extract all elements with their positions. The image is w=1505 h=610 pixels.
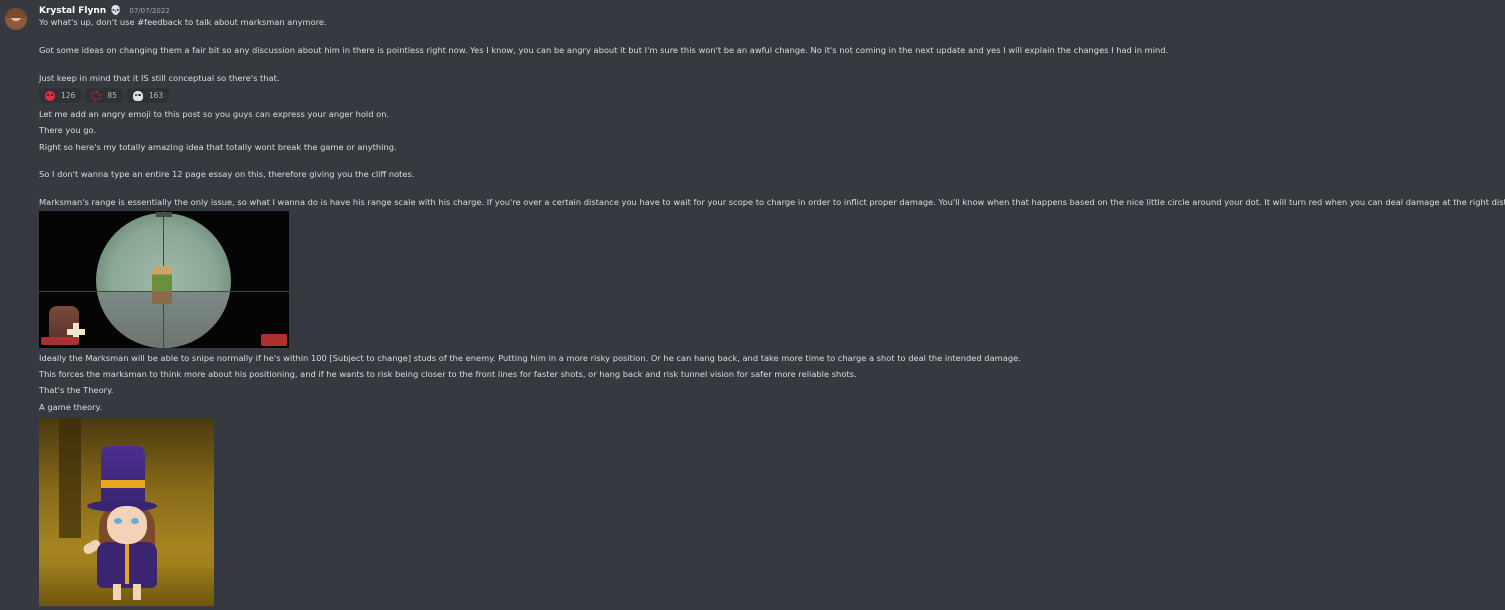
hud-ammo-box xyxy=(261,334,287,346)
avatar[interactable] xyxy=(5,8,27,30)
hud-health-bar xyxy=(41,337,79,345)
message-line: Let me add an angry emoji to this post s… xyxy=(39,109,390,119)
reaction-count: 163 xyxy=(148,91,164,100)
top-hat xyxy=(101,446,145,506)
character-eye xyxy=(131,518,139,524)
reaction-skull[interactable]: 163 xyxy=(126,88,170,103)
message-line: Yo what's up, don't use #feedback to tal… xyxy=(39,17,327,27)
anger-puff-icon xyxy=(91,90,102,101)
timestamp[interactable]: 07/07/2022 xyxy=(129,7,169,15)
message-line: That's the Theory. xyxy=(39,385,114,395)
username[interactable]: Krystal Flynn xyxy=(39,6,106,16)
message-line: So I don't wanna type an entire 12 page … xyxy=(39,169,415,179)
background-tree xyxy=(59,418,81,538)
reaction-angry[interactable]: 126 xyxy=(39,88,82,103)
skull-icon xyxy=(132,90,143,101)
message-line: Got some ideas on changing them a fair b… xyxy=(39,45,1169,55)
message-line: A game theory. xyxy=(39,402,102,412)
reaction-bar: 126 85 163 xyxy=(39,88,170,103)
chat-message: Krystal Flynn 💀 07/07/2022 Yo what's up,… xyxy=(0,0,1505,610)
character-zipper xyxy=(125,544,129,584)
character-leg xyxy=(133,584,141,600)
reaction-count: 85 xyxy=(107,91,117,100)
message-line: Ideally the Marksman will be able to sni… xyxy=(39,353,1021,363)
avatar-hair xyxy=(5,8,27,18)
character-face xyxy=(107,506,147,544)
skull-icon: 💀 xyxy=(110,6,122,16)
character-leg xyxy=(113,584,121,600)
message-line: There you go. xyxy=(39,125,97,135)
hat-kid-gif[interactable] xyxy=(39,418,214,606)
message-line: Marksman's range is essentially the only… xyxy=(39,197,1505,207)
character-eye xyxy=(114,518,122,524)
hud-top-indicator xyxy=(156,212,172,217)
message-line: Just keep in mind that it IS still conce… xyxy=(39,73,280,83)
reaction-count: 126 xyxy=(61,91,76,100)
message-line: Right so here's my totally amazing idea … xyxy=(39,142,397,152)
message-line: This forces the marksman to think more a… xyxy=(39,369,857,379)
angry-face-icon xyxy=(45,90,55,101)
hat-band xyxy=(101,480,145,488)
message-header: Krystal Flynn 💀 07/07/2022 xyxy=(39,5,170,17)
sniper-scope-screenshot[interactable] xyxy=(39,211,289,348)
target-character xyxy=(152,266,172,304)
reaction-anger-puff[interactable]: 85 xyxy=(85,88,123,103)
